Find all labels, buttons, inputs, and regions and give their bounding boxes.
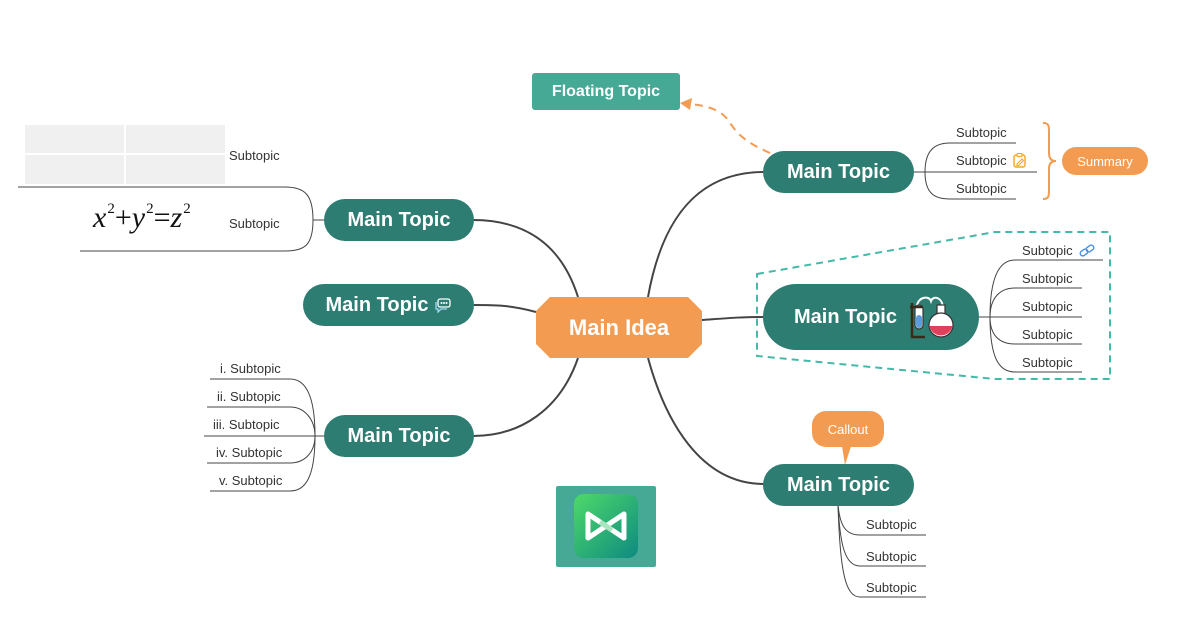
link-center-top-left xyxy=(472,219,579,298)
summary-brace xyxy=(1042,122,1057,200)
subtopic-label: Subtopic xyxy=(1022,299,1073,314)
main-topic-top-right[interactable]: Main Topic xyxy=(763,151,914,193)
main-topic-label: Main Topic xyxy=(794,305,897,328)
subtopic[interactable]: Subtopic xyxy=(1022,299,1073,314)
comment-icon[interactable] xyxy=(435,297,452,313)
main-topic-label: Main Topic xyxy=(787,160,890,183)
logo-icon xyxy=(574,494,638,558)
subtopic-label: Subtopic xyxy=(1022,327,1073,342)
subtopic[interactable]: Subtopic xyxy=(866,517,917,532)
subtopic[interactable]: Subtopic xyxy=(866,549,917,564)
floating-relationship-arrow xyxy=(683,103,771,154)
callout-node[interactable]: Callout xyxy=(812,411,884,447)
subtopic-label: Subtopic xyxy=(956,153,1007,168)
subtopic[interactable]: Subtopic xyxy=(866,580,917,595)
subtopic-label: ii. Subtopic xyxy=(217,389,281,404)
subtopic-label: Subtopic xyxy=(866,549,917,564)
subtopic[interactable]: Subtopic xyxy=(956,153,1027,168)
table-cell xyxy=(25,155,124,184)
main-idea-node[interactable]: Main Idea xyxy=(536,297,702,358)
main-topic-bottom-left[interactable]: Main Topic xyxy=(324,415,474,457)
subtopic-label: Subtopic xyxy=(866,580,917,595)
subtopic-label: Subtopic xyxy=(1022,355,1073,370)
main-topic-label: Main Topic xyxy=(787,473,890,496)
callout-label: Callout xyxy=(827,421,869,437)
main-topic-label: Main Topic xyxy=(347,424,451,447)
main-topic-mid-right[interactable]: Main Topic xyxy=(763,284,979,350)
floating-topic-label: Floating Topic xyxy=(551,82,661,100)
subtopic[interactable]: Subtopic xyxy=(1022,243,1095,258)
main-topic-label: Main Topic xyxy=(325,293,429,316)
subtopic-label: iv. Subtopic xyxy=(216,445,283,460)
floating-topic[interactable]: Floating Topic xyxy=(532,73,680,110)
subtopic[interactable]: Subtopic xyxy=(229,216,280,231)
main-topic-label: Main Topic xyxy=(347,208,451,231)
subtopic[interactable]: i. Subtopic xyxy=(220,361,281,376)
subtopic[interactable]: Subtopic xyxy=(956,125,1007,140)
link-center-mid-left xyxy=(473,304,537,313)
link-center-bottom-left xyxy=(472,357,579,437)
subtopic-label: Subtopic xyxy=(956,125,1007,140)
main-topic-bottom-right[interactable]: Main Topic xyxy=(763,464,914,506)
link-center-bottom-right xyxy=(647,357,765,485)
table-cell xyxy=(126,125,225,153)
subtopic-label: Subtopic xyxy=(229,148,280,163)
subtopic-label: Subtopic xyxy=(1022,243,1073,258)
main-topic-mid-left[interactable]: Main Topic xyxy=(303,284,474,326)
link-center-top-right xyxy=(647,171,765,298)
subtopic-label: Subtopic xyxy=(229,216,280,231)
subtopic[interactable]: iv. Subtopic xyxy=(216,445,282,460)
subtopic[interactable]: iii. Subtopic xyxy=(213,417,279,432)
subtopic-label: Subtopic xyxy=(1022,271,1073,286)
subtopic[interactable]: Subtopic xyxy=(1022,271,1073,286)
subtopic-label: v. Subtopic xyxy=(219,473,283,488)
subtopic[interactable]: v. Subtopic xyxy=(219,473,282,488)
subtopic[interactable]: Subtopic xyxy=(1022,355,1073,370)
table-cell xyxy=(25,125,124,153)
subtopic[interactable]: ii. Subtopic xyxy=(217,389,281,404)
summary-label: Summary xyxy=(1077,153,1133,169)
subtopic[interactable]: Subtopic xyxy=(956,181,1007,196)
subtopic-label: iii. Subtopic xyxy=(213,417,280,432)
subtopic-label: Subtopic xyxy=(866,517,917,532)
subtopic[interactable]: Subtopic xyxy=(229,148,280,163)
table-cell xyxy=(126,155,225,184)
formula-attachment: x2+y2=z2 xyxy=(93,201,191,234)
note-icon[interactable] xyxy=(1012,153,1027,168)
link-icon[interactable] xyxy=(1079,243,1095,258)
subtopic-label: i. Subtopic xyxy=(220,361,281,376)
chemistry-flask-icon xyxy=(907,293,955,341)
subtopic[interactable]: Subtopic xyxy=(1022,327,1073,342)
summary-node[interactable]: Summary xyxy=(1062,147,1148,175)
mindmaster-logo xyxy=(556,486,656,567)
main-idea-label: Main Idea xyxy=(568,314,670,340)
main-topic-top-left[interactable]: Main Topic xyxy=(324,199,474,241)
link-center-mid-right xyxy=(701,316,765,321)
subtopic-label: Subtopic xyxy=(956,181,1007,196)
